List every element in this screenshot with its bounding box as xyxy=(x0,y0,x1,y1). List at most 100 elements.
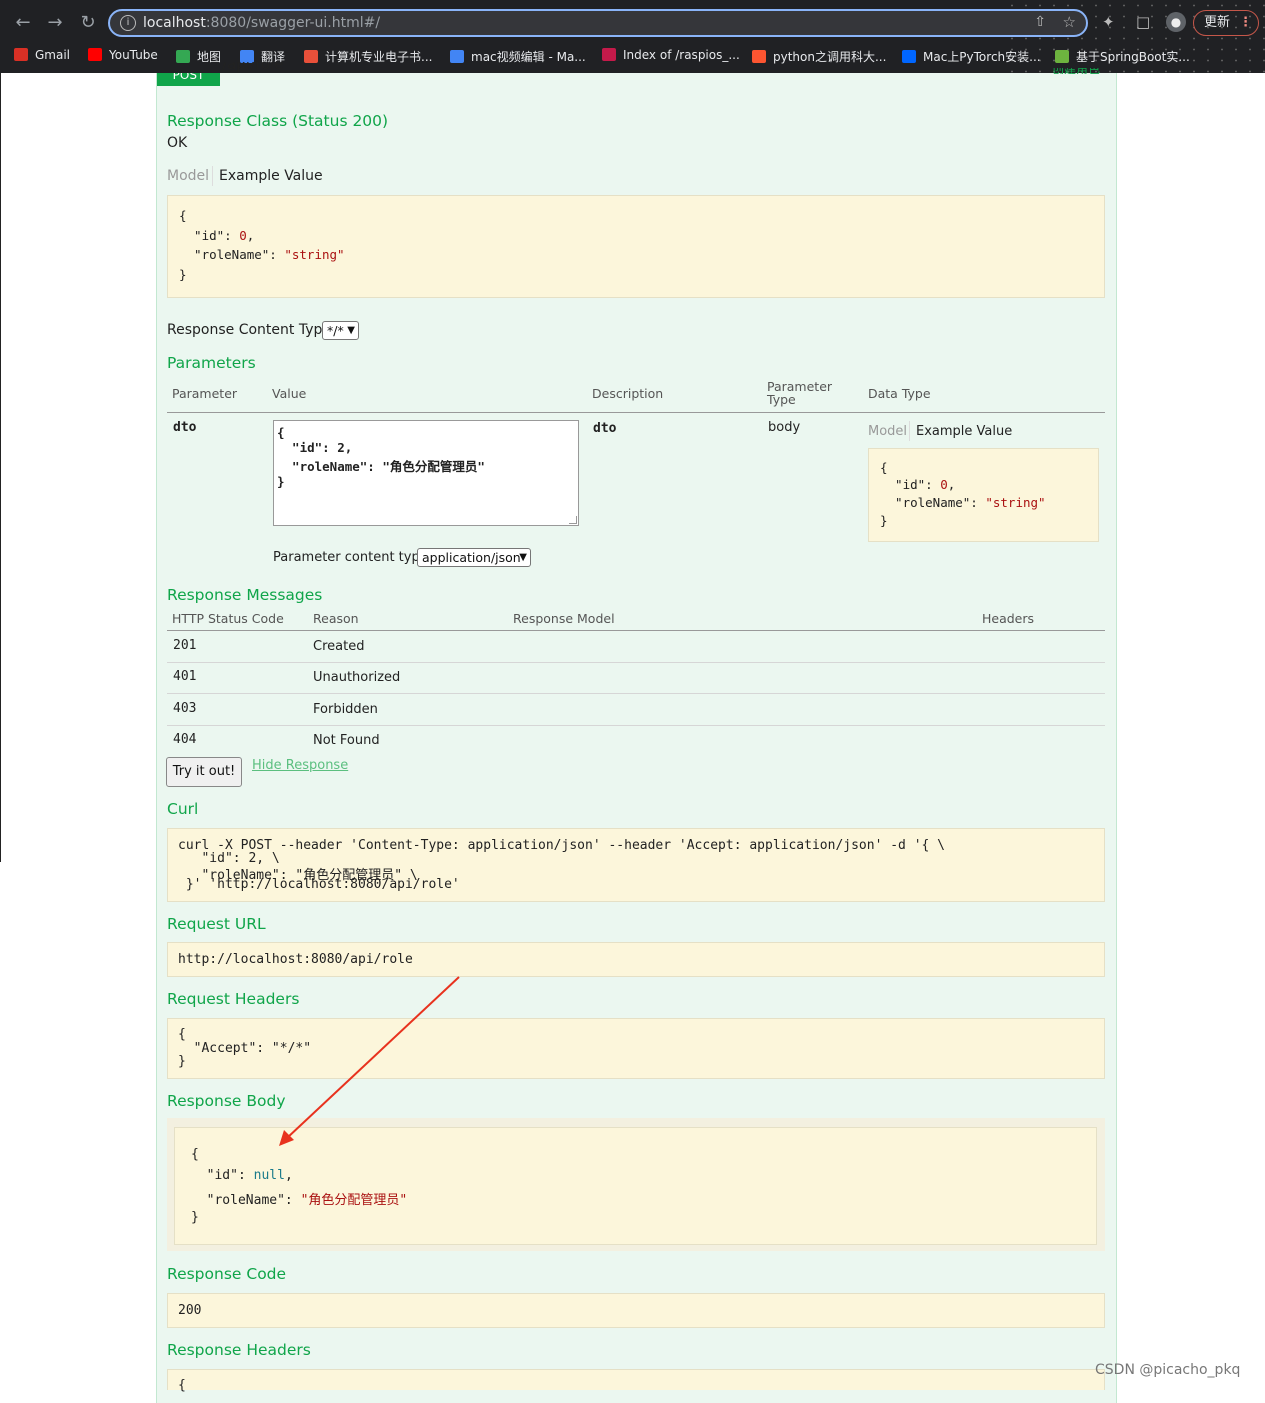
menu-dots-icon[interactable]: ⋮ xyxy=(1239,11,1252,34)
bookmark-item[interactable]: 基于SpringBoot实... xyxy=(1055,48,1190,65)
status-code: 403 xyxy=(173,701,197,716)
response-class-status: OK xyxy=(167,135,188,151)
info-icon[interactable]: i xyxy=(120,15,136,31)
code-line: "roleName": "string" xyxy=(880,495,1046,510)
row-divider xyxy=(167,725,1105,726)
watermark: CSDN @picacho_pkq xyxy=(1095,1362,1241,1378)
code-line: } xyxy=(179,267,187,282)
response-code-block: 200 xyxy=(167,1293,1105,1328)
request-url-value: http://localhost:8080/api/role xyxy=(178,952,413,967)
bookmark-item[interactable]: Mac上PyTorch安装... xyxy=(902,48,1041,65)
resize-handle-icon[interactable] xyxy=(569,516,577,524)
code-line: { xyxy=(179,208,187,223)
response-content-type-select[interactable]: */* ▼ xyxy=(322,321,359,340)
code-icon xyxy=(304,50,318,63)
url-text[interactable]: localhost:8080/swagger-ui.html#/ xyxy=(143,15,380,31)
bookmark-star-icon[interactable]: ☆ xyxy=(1063,13,1076,31)
bookmark-item[interactable]: Index of /raspios_... xyxy=(602,48,740,62)
code-line: curl -X POST --header 'Content-Type: app… xyxy=(178,838,946,853)
bookmark-item[interactable]: 计算机专业电子书... xyxy=(304,48,432,65)
bookmark-item[interactable]: Gmail xyxy=(14,48,70,62)
code-line: { xyxy=(178,1027,186,1042)
raspberry-icon xyxy=(602,48,616,61)
col-header-reason: Reason xyxy=(313,611,359,626)
col-header-value: Value xyxy=(272,386,307,401)
address-bar[interactable]: i localhost:8080/swagger-ui.html#/ ⇧ ☆ xyxy=(108,9,1088,37)
bookmark-item[interactable]: YouTube xyxy=(88,48,158,62)
response-body-title: Response Body xyxy=(167,1092,286,1110)
col-header-parameter: Parameter xyxy=(172,386,238,401)
zhihu-icon xyxy=(902,50,916,63)
bookmark-item[interactable]: mac视频编辑 - Ma... xyxy=(450,48,586,65)
code-line: "id": 2, xyxy=(277,440,353,455)
tab-divider xyxy=(909,421,910,441)
response-code-title: Response Code xyxy=(167,1265,287,1283)
row-divider xyxy=(167,662,1105,663)
operation-path[interactable]: /api/role xyxy=(222,62,283,73)
reload-icon[interactable]: ↻ xyxy=(77,12,99,34)
http-method-badge[interactable]: POST xyxy=(157,73,220,86)
tab-example-value[interactable]: Example Value xyxy=(219,168,323,184)
parameter-content-type-select[interactable]: application/json ▼ xyxy=(417,548,531,567)
browser-chrome: ← → ↻ i localhost:8080/swagger-ui.html#/… xyxy=(0,0,1265,73)
bookmark-label: YouTube xyxy=(109,48,158,62)
code-line: } xyxy=(277,474,285,489)
col-header-description: Description xyxy=(592,386,664,401)
header-text: Type xyxy=(767,392,796,407)
back-icon[interactable]: ← xyxy=(12,12,34,34)
status-reason: Created xyxy=(313,639,365,654)
code-line: "id": 0, xyxy=(880,477,956,492)
bookmark-label: 计算机专业电子书... xyxy=(325,50,433,64)
bookmark-label: Index of /raspios_... xyxy=(623,48,740,62)
update-label: 更新 xyxy=(1204,15,1231,30)
curl-block: curl -X POST --header 'Content-Type: app… xyxy=(167,828,1105,902)
code-line: { xyxy=(277,425,285,440)
col-header-status-code: HTTP Status Code xyxy=(172,611,284,626)
curl-title: Curl xyxy=(167,800,199,818)
hide-response-link[interactable]: Hide Response xyxy=(252,758,348,773)
response-headers-block: { xyxy=(167,1369,1105,1393)
tab-model[interactable]: Model xyxy=(868,424,907,439)
status-code: 201 xyxy=(173,638,197,653)
code-line: } xyxy=(880,513,888,528)
status-code: 404 xyxy=(173,732,197,747)
try-it-out-button[interactable]: Try it out! xyxy=(166,757,242,787)
extensions-icon[interactable]: ✦ xyxy=(1102,13,1115,31)
side-panel-icon[interactable]: □ xyxy=(1136,13,1150,31)
response-messages-title: Response Messages xyxy=(167,586,323,604)
tab-example-value[interactable]: Example Value xyxy=(916,424,1012,439)
gmail-icon xyxy=(14,48,28,61)
select-value: application/json xyxy=(422,550,521,565)
share-icon[interactable]: ⇧ xyxy=(1034,14,1046,30)
bookmark-item[interactable]: 地图 xyxy=(176,48,221,65)
col-header-parameter-type: Parameter Type xyxy=(767,380,832,406)
col-header-data-type: Data Type xyxy=(868,386,931,401)
bookmark-label: Gmail xyxy=(35,48,71,62)
maps-icon xyxy=(176,50,190,63)
code-line: } xyxy=(191,1210,199,1225)
bookmark-label: python之调用科大... xyxy=(773,50,887,64)
status-reason: Not Found xyxy=(313,733,380,748)
code-line: "id": null, xyxy=(191,1168,293,1183)
update-button[interactable]: 更新 ⋮ xyxy=(1193,10,1259,36)
parameters-title: Parameters xyxy=(167,354,256,372)
col-header-headers: Headers xyxy=(982,611,1035,626)
request-headers-block: { "Accept": "*/*" } xyxy=(167,1018,1105,1079)
tab-divider xyxy=(212,166,213,186)
select-value: */* xyxy=(327,323,344,338)
bookmark-item[interactable]: python之调用科大... xyxy=(752,48,886,65)
forward-icon[interactable]: → xyxy=(44,12,66,34)
operation-summary[interactable]: 创建角色 xyxy=(1052,68,1100,74)
response-content-type-label: Response Content Type xyxy=(167,322,331,338)
col-header-response-model: Response Model xyxy=(513,611,615,626)
leaf-icon xyxy=(1055,50,1069,63)
parameter-example: { "id": 0, "roleName": "string" } xyxy=(868,448,1099,542)
status-reason: Forbidden xyxy=(313,702,378,717)
chevron-down-icon: ▼ xyxy=(347,325,355,336)
parameter-value-textarea[interactable]: { "id": 2, "roleName": "角色分配管理员" } xyxy=(273,420,579,526)
code-line: "roleName": "角色分配管理员" xyxy=(277,459,485,474)
bookmark-label: mac视频编辑 - Ma... xyxy=(471,50,586,64)
tab-model[interactable]: Model xyxy=(167,168,209,184)
profile-icon[interactable]: ● xyxy=(1166,12,1186,32)
code-line: "Accept": "*/*" xyxy=(178,1041,312,1056)
